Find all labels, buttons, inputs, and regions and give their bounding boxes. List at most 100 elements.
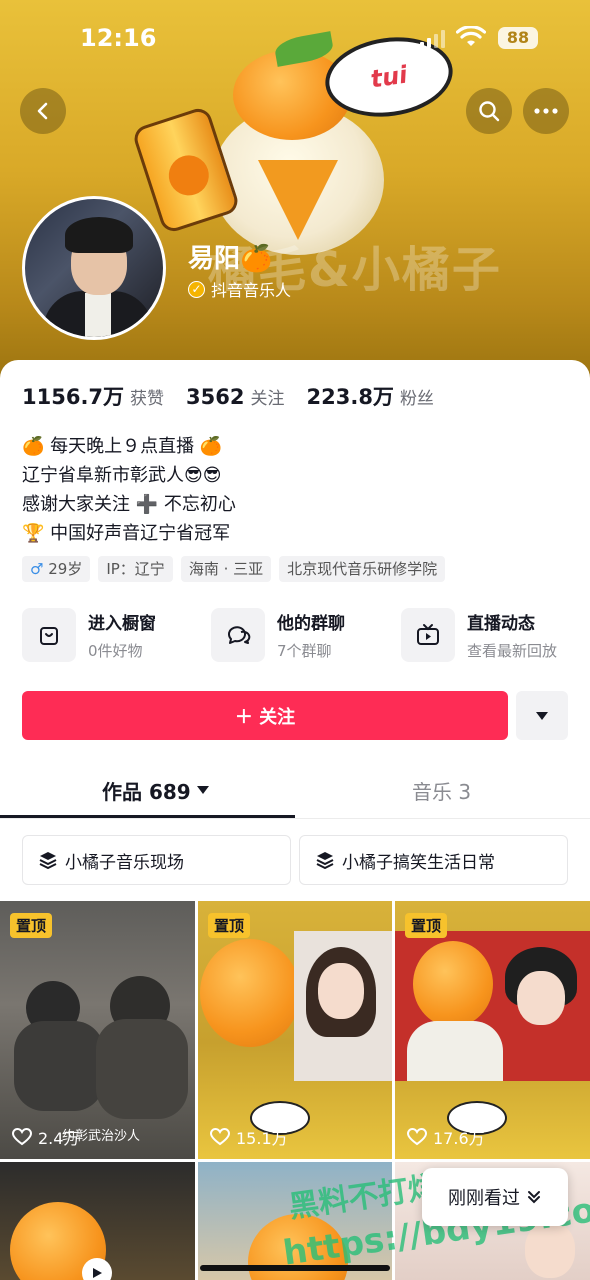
chat-bubbles-icon	[228, 626, 251, 644]
triangle-down-icon	[536, 711, 548, 720]
bio-line: 🏆 中国好声音辽宁省冠军	[22, 523, 231, 544]
search-icon	[479, 101, 500, 122]
video-thumbnail[interactable]: 置顶 17.6万	[395, 901, 590, 1159]
just-watched-button[interactable]: 刚刚看过	[422, 1168, 568, 1226]
status-bar: 12:16 88	[0, 0, 590, 80]
thumb-figure	[318, 963, 364, 1019]
verified-label: ✓ 抖音音乐人	[188, 277, 291, 301]
chevron-left-icon	[37, 102, 48, 120]
stat-likes: 1156.7万 获赞	[22, 381, 164, 411]
heart-icon	[12, 1128, 32, 1146]
feature-text: 他的群聊 7个群聊	[277, 609, 345, 661]
thumb-figure	[96, 1019, 188, 1119]
follow-button[interactable]: ＋ 关注	[22, 691, 508, 740]
stat-label: 关注	[250, 389, 285, 409]
profile-stats: 1156.7万 获赞 3562 关注 223.8万 粉丝	[22, 381, 456, 411]
stat-value: 223.8万	[306, 385, 394, 409]
search-button[interactable]	[466, 88, 512, 134]
shopping-bag-icon	[40, 627, 58, 645]
heart-icon	[407, 1128, 427, 1146]
caret-down-icon	[196, 786, 209, 794]
banner-bird-beak	[258, 160, 338, 240]
collection-label: 小橘子搞笑生活日常	[342, 852, 495, 873]
banner-can-illustration	[130, 105, 242, 235]
pinned-badge: 置顶	[405, 913, 448, 938]
video-likes: 17.6万	[407, 1125, 485, 1149]
feature-icon-box	[401, 608, 455, 662]
tab-works-label: 作品 689	[102, 780, 191, 804]
double-chevron-down-icon	[528, 1191, 540, 1204]
profile-tags: ♂ 29岁 IP：辽宁 海南 · 三亚 北京现代音乐研修学院	[22, 556, 446, 582]
tag-age-text: 29岁	[48, 560, 83, 578]
likes-count: 15.1万	[236, 1129, 288, 1148]
just-watched-label: 刚刚看过	[448, 1188, 520, 1209]
bio-line: 感谢大家关注 ➕ 不忘初心	[22, 494, 236, 515]
profile-bio: 🍊 每天晚上９点直播 🍊 辽宁省阜新市彰武人😎😎 感谢大家关注 ➕ 不忘初心 🏆…	[22, 432, 236, 548]
thumb-figure	[407, 1021, 503, 1081]
male-icon: ♂	[30, 560, 44, 578]
feature-title: 进入橱窗	[88, 614, 156, 634]
back-button[interactable]	[20, 88, 66, 134]
feature-subtitle: 7个群聊	[277, 642, 332, 660]
play-button[interactable]	[82, 1258, 112, 1280]
tab-music[interactable]: 音乐 3	[412, 776, 471, 805]
wifi-icon	[456, 26, 486, 46]
stat-following[interactable]: 3562 关注	[186, 384, 284, 409]
tab-divider	[0, 818, 590, 819]
feature-text: 进入橱窗 0件好物	[88, 609, 156, 661]
feature-icon-box	[211, 608, 265, 662]
thumb-figure	[14, 1021, 104, 1111]
tag-school[interactable]: 北京现代音乐研修学院	[279, 556, 446, 582]
thumb-figure	[517, 971, 565, 1025]
tv-play-icon	[417, 624, 439, 645]
thumb-orange	[413, 941, 493, 1027]
collection-music-live[interactable]: 小橘子音乐现场	[22, 835, 291, 885]
video-thumbnail[interactable]: 置顶 约彰武治沙人 2.4万	[0, 901, 195, 1159]
feature-subtitle: 0件好物	[88, 642, 143, 660]
layers-icon	[316, 852, 334, 869]
avatar-hair	[65, 217, 133, 253]
video-thumbnail[interactable]	[0, 1162, 195, 1280]
recommend-dropdown-button[interactable]	[516, 691, 568, 740]
feature-title: 直播动态	[467, 614, 535, 634]
bio-line: 辽宁省阜新市彰武人😎😎	[22, 465, 222, 486]
more-dots-icon	[534, 108, 558, 114]
verified-label-text: 抖音音乐人	[211, 281, 292, 300]
tab-works[interactable]: 作品 689	[102, 776, 209, 805]
more-button[interactable]	[523, 88, 569, 134]
stat-label: 获赞	[130, 389, 165, 409]
signal-icon	[420, 30, 445, 48]
video-thumbnail[interactable]: 置顶 15.1万	[198, 901, 392, 1159]
verified-badge-icon: ✓	[188, 280, 205, 298]
feature-subtitle: 查看最新回放	[467, 642, 558, 660]
stat-value: 3562	[186, 385, 245, 409]
likes-count: 2.4万	[38, 1129, 80, 1148]
play-icon	[93, 1268, 102, 1278]
stat-followers[interactable]: 223.8万 粉丝	[307, 381, 434, 411]
tag-age: ♂ 29岁	[22, 556, 91, 582]
pinned-badge: 置顶	[10, 913, 53, 938]
tag-ip: IP：辽宁	[98, 556, 173, 582]
status-time: 12:16	[80, 24, 157, 52]
collection-daily-life[interactable]: 小橘子搞笑生活日常	[299, 835, 568, 885]
battery-indicator: 88	[498, 27, 538, 49]
thumb-orange	[200, 939, 300, 1047]
likes-count: 17.6万	[433, 1129, 485, 1148]
avatar-shirt	[85, 293, 111, 337]
avatar[interactable]	[22, 196, 166, 340]
stat-label: 粉丝	[399, 389, 434, 409]
feature-live-replay[interactable]: 直播动态 查看最新回放	[401, 608, 557, 662]
bio-line: 🍊 每天晚上９点直播 🍊	[22, 436, 223, 457]
feature-title: 他的群聊	[277, 614, 345, 634]
profile-name: 易阳🍊	[188, 244, 273, 274]
heart-icon	[210, 1128, 230, 1146]
video-likes: 15.1万	[210, 1125, 288, 1149]
layers-icon	[39, 852, 57, 869]
collection-label: 小橘子音乐现场	[65, 852, 184, 873]
feature-group-chat[interactable]: 他的群聊 7个群聊	[211, 608, 345, 662]
feature-icon-box	[22, 608, 76, 662]
tag-location[interactable]: 海南 · 三亚	[180, 556, 272, 582]
feature-showcase[interactable]: 进入橱窗 0件好物	[22, 608, 156, 662]
stat-value: 1156.7万	[22, 385, 125, 409]
pinned-badge: 置顶	[208, 913, 251, 938]
